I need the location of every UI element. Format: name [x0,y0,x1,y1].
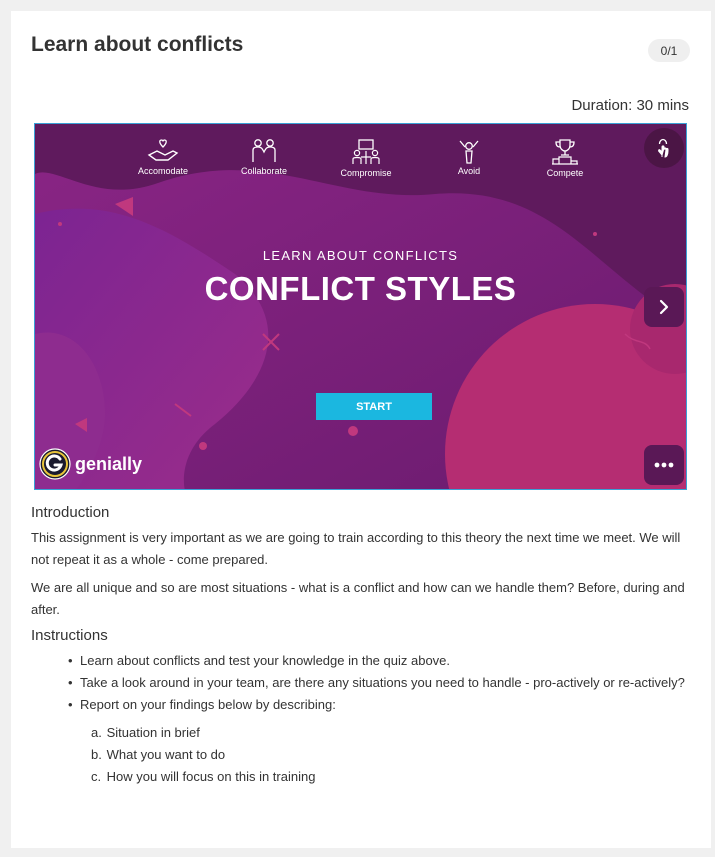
duration-label: Duration: 30 mins [571,97,689,114]
collaborate-people-icon [252,139,276,162]
genially-logo-icon [39,448,71,480]
style-collaborate[interactable]: Collaborate [219,138,309,176]
style-label: Compete [546,168,584,178]
intro-paragraph: This assignment is very important as we … [31,530,681,567]
list-item: Learn about conflicts and test your know… [68,650,691,672]
list-text: Situation in brief [106,725,200,740]
style-avoid[interactable]: Avoid [424,138,514,176]
genially-embed[interactable]: Accomodate Collaborate Compromise Avoid … [34,123,687,490]
style-label: Accomodate [137,166,189,176]
next-slide-button[interactable] [644,287,684,327]
list-item: c. How you will focus on this in trainin… [91,766,691,788]
compromise-table-icon [352,139,380,164]
more-dots-icon [654,462,674,468]
list-item: a. Situation in brief [91,722,691,744]
score-badge: 0/1 [648,39,690,62]
list-text: What you want to do [106,747,226,762]
list-item: b. What you want to do [91,744,691,766]
style-accomodate[interactable]: Accomodate [118,138,208,176]
style-compromise[interactable]: Compromise [321,138,411,178]
genially-logo[interactable]: genially [39,448,142,480]
touch-toggle-button[interactable] [644,128,684,168]
list-item: Take a look around in your team, are the… [68,672,691,694]
instructions-heading: Instructions [31,627,108,644]
style-compete[interactable]: Compete [520,138,610,178]
slide-title: CONFLICT STYLES [204,270,517,307]
intro-paragraph: We are all unique and so are most situat… [31,580,685,617]
avoid-person-icon [459,140,479,164]
list-item: Report on your findings below by describ… [68,694,691,716]
report-steps-list: a. Situation in brief b. What you want t… [91,722,691,788]
more-options-button[interactable] [644,445,684,485]
start-button[interactable]: START [316,393,432,420]
introduction-heading: Introduction [31,504,110,521]
page-title: Learn about conflicts [31,33,244,56]
conflict-style-row: Accomodate Collaborate Compromise Avoid … [35,138,686,198]
assignment-card: Learn about conflicts 0/1 Duration: 30 m… [11,11,711,848]
assignment-description: Introduction This assignment is very imp… [31,504,691,788]
handshake-heart-icon [147,139,179,161]
list-marker: c. [91,769,102,784]
slide-subtitle: LEARN ABOUT CONFLICTS [262,248,459,263]
style-label: Compromise [340,168,392,178]
list-marker: b. [91,747,102,762]
list-marker: a. [91,725,102,740]
genially-wordmark: genially [75,453,143,474]
style-label: Collaborate [240,166,288,176]
tap-hand-icon [658,138,669,158]
style-label: Avoid [457,166,481,176]
compete-trophy-icon [552,139,578,165]
chevron-right-icon [659,299,669,315]
list-text: How you will focus on this in training [106,769,316,784]
instructions-list: Learn about conflicts and test your know… [68,650,691,716]
